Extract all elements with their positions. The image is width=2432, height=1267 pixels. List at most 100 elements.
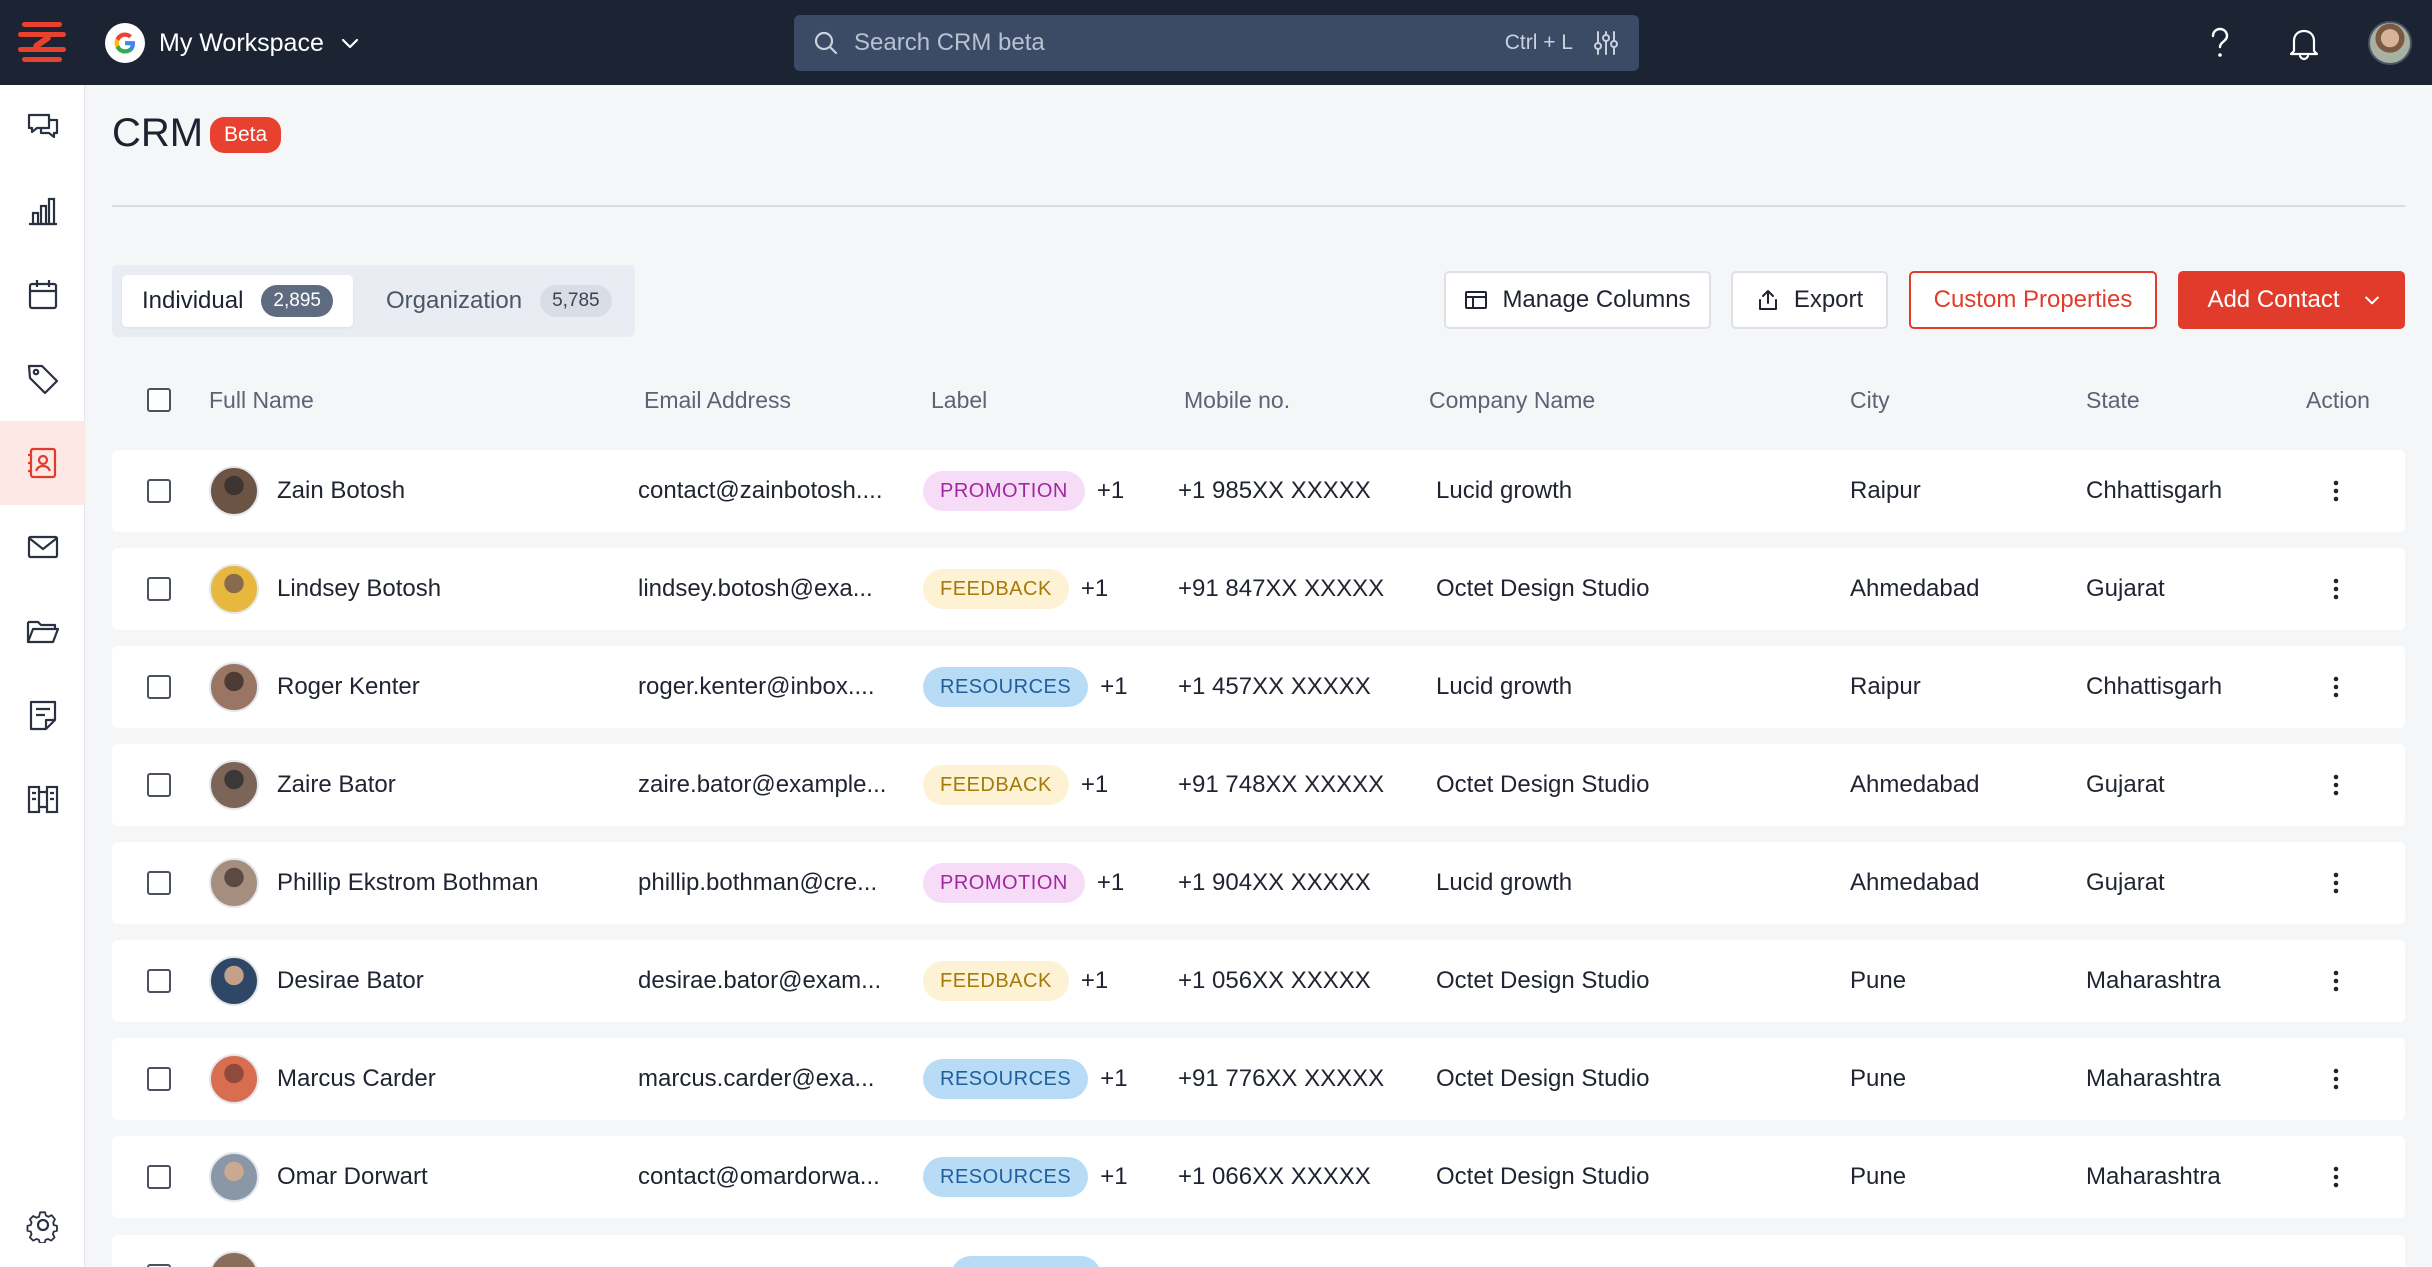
filter-sliders-icon[interactable]	[1591, 28, 1621, 58]
label-tag[interactable]: FEEDBACK	[923, 765, 1069, 805]
row-action-menu-button[interactable]	[2321, 1064, 2351, 1094]
row-checkbox[interactable]	[147, 1165, 171, 1189]
sidebar-item-files[interactable]	[0, 589, 85, 673]
contact-full-name[interactable]: Desirae Bator	[277, 967, 424, 995]
table-row[interactable]: Roger Kenter roger.kenter@inbox.... RESO…	[112, 646, 2405, 728]
select-all-checkbox[interactable]	[147, 388, 171, 412]
table-row[interactable]: Marcus Carder marcus.carder@exa... RESOU…	[112, 1038, 2405, 1120]
table-row[interactable]: Zain Botosh contact@zainbotosh.... PROMO…	[112, 450, 2405, 532]
help-button[interactable]	[2197, 20, 2243, 66]
user-avatar[interactable]	[2368, 21, 2412, 65]
label-more-count[interactable]: +1	[1081, 575, 1108, 603]
row-checkbox[interactable]	[147, 577, 171, 601]
table-row[interactable]: Omar Dorwart contact@omardorwa... RESOUR…	[112, 1136, 2405, 1218]
label-more-count[interactable]: +1	[1100, 673, 1127, 701]
contact-email[interactable]: phillip.bothman@cre...	[638, 869, 877, 897]
contact-full-name[interactable]: Omar Dorwart	[277, 1163, 428, 1191]
search-input[interactable]	[854, 29, 1505, 57]
label-tag[interactable]: RESOURCES	[923, 1157, 1089, 1197]
table-row[interactable]: Lindsey Botosh lindsey.botosh@exa... FEE…	[112, 548, 2405, 630]
label-tag[interactable]: RESOURCES	[923, 1059, 1089, 1099]
column-header-company[interactable]: Company Name	[1429, 375, 1595, 425]
row-checkbox[interactable]	[147, 773, 171, 797]
contact-email[interactable]: roger.kenter@inbox....	[638, 673, 874, 701]
column-header-full-name[interactable]: Full Name	[209, 375, 314, 425]
row-checkbox[interactable]	[147, 479, 171, 503]
contact-state: Gujarat	[2086, 575, 2165, 602]
sidebar-item-tags[interactable]	[0, 337, 85, 421]
contact-email[interactable]: desirae.bator@exam...	[638, 967, 881, 995]
contact-mobile: +1 056XX XXXXX	[1178, 967, 1371, 994]
contact-email[interactable]: lindsey.botosh@exa...	[638, 575, 873, 603]
column-header-mobile[interactable]: Mobile no.	[1184, 375, 1290, 425]
contact-full-name[interactable]: Lindsey Botosh	[277, 575, 441, 603]
add-contact-dropdown[interactable]	[2362, 290, 2402, 310]
notifications-button[interactable]	[2281, 20, 2327, 66]
table-row[interactable]: Desirae Bator desirae.bator@exam... FEED…	[112, 940, 2405, 1022]
bar-chart-icon	[28, 197, 57, 226]
contact-full-name[interactable]: Zain Botosh	[277, 477, 405, 505]
column-header-email[interactable]: Email Address	[644, 375, 791, 425]
column-header-city[interactable]: City	[1850, 375, 1890, 425]
manage-columns-button[interactable]: Manage Columns	[1444, 271, 1711, 329]
label-more-count[interactable]: +1	[1100, 1163, 1127, 1191]
row-action-menu-button[interactable]	[2321, 770, 2351, 800]
sidebar-item-mail[interactable]	[0, 505, 85, 589]
sidebar-item-contacts[interactable]	[0, 421, 85, 505]
contact-email[interactable]: contact@omardorwa...	[638, 1163, 880, 1191]
contact-email[interactable]: contact@zainbotosh....	[638, 477, 883, 505]
label-more-count[interactable]: +1	[1081, 771, 1108, 799]
tab-individual[interactable]: Individual 2,895	[122, 275, 353, 327]
tab-count-badge: 2,895	[261, 285, 333, 317]
contact-email[interactable]: zaire.bator@example...	[638, 771, 886, 799]
contact-full-name[interactable]: Marcus Carder	[277, 1065, 436, 1093]
row-action-menu-button[interactable]	[2321, 868, 2351, 898]
label-tag[interactable]: FEEDBACK	[923, 569, 1069, 609]
label-tag[interactable]: FEEDBACK	[923, 961, 1069, 1001]
sidebar-item-calendar[interactable]	[0, 253, 85, 337]
add-contact-button[interactable]: Add Contact	[2181, 286, 2361, 314]
search-bar[interactable]: Ctrl + L	[794, 15, 1639, 71]
label-more-count[interactable]: +1	[1100, 1065, 1127, 1093]
label-tag[interactable]: PROMOTION	[923, 863, 1085, 903]
label-more-count[interactable]: +1	[1097, 869, 1124, 897]
column-header-label[interactable]: Label	[931, 375, 987, 425]
row-action-menu-button[interactable]	[2321, 476, 2351, 506]
export-button[interactable]: Export	[1731, 271, 1888, 329]
row-checkbox[interactable]	[147, 1067, 171, 1091]
row-checkbox[interactable]	[147, 969, 171, 993]
column-header-state[interactable]: State	[2086, 375, 2140, 425]
contact-full-name[interactable]: Roger Kenter	[277, 673, 420, 701]
sidebar-item-chat[interactable]	[0, 85, 85, 169]
tab-label: Organization	[386, 287, 523, 314]
row-action-menu-button[interactable]	[2321, 672, 2351, 702]
sidebar-item-analytics[interactable]	[0, 169, 85, 253]
table-row[interactable]: Phillip Ekstrom Bothman phillip.bothman@…	[112, 842, 2405, 924]
sidebar-item-settings[interactable]	[0, 1183, 85, 1267]
workspace-switcher[interactable]: My Workspace	[105, 22, 362, 64]
row-action-menu-button[interactable]	[2321, 966, 2351, 996]
mail-icon	[27, 535, 58, 559]
kebab-menu-icon	[2333, 676, 2339, 698]
sidebar-item-notes[interactable]	[0, 673, 85, 757]
tab-label: Individual	[142, 287, 244, 314]
custom-properties-label: Custom Properties	[1933, 286, 2133, 313]
label-tag[interactable]: RESOURCES	[923, 667, 1089, 707]
question-mark-icon	[2211, 27, 2229, 57]
contact-full-name[interactable]: Phillip Ekstrom Bothman	[277, 869, 538, 897]
contact-full-name[interactable]: Zaire Bator	[277, 771, 396, 799]
brand-logo-icon[interactable]	[18, 20, 66, 64]
label-tag[interactable]: PROMOTION	[923, 471, 1085, 511]
row-checkbox[interactable]	[147, 675, 171, 699]
contact-city: Pune	[1850, 967, 1907, 994]
table-row[interactable]: Zaire Bator zaire.bator@example... FEEDB…	[112, 744, 2405, 826]
row-checkbox[interactable]	[147, 871, 171, 895]
tab-organization[interactable]: Organization 5,785	[366, 275, 632, 327]
row-action-menu-button[interactable]	[2321, 1162, 2351, 1192]
custom-properties-button[interactable]: Custom Properties	[1909, 271, 2157, 329]
label-more-count[interactable]: +1	[1097, 477, 1124, 505]
label-more-count[interactable]: +1	[1081, 967, 1108, 995]
contact-email[interactable]: marcus.carder@exa...	[638, 1065, 874, 1093]
row-action-menu-button[interactable]	[2321, 574, 2351, 604]
sidebar-item-templates[interactable]	[0, 757, 85, 841]
